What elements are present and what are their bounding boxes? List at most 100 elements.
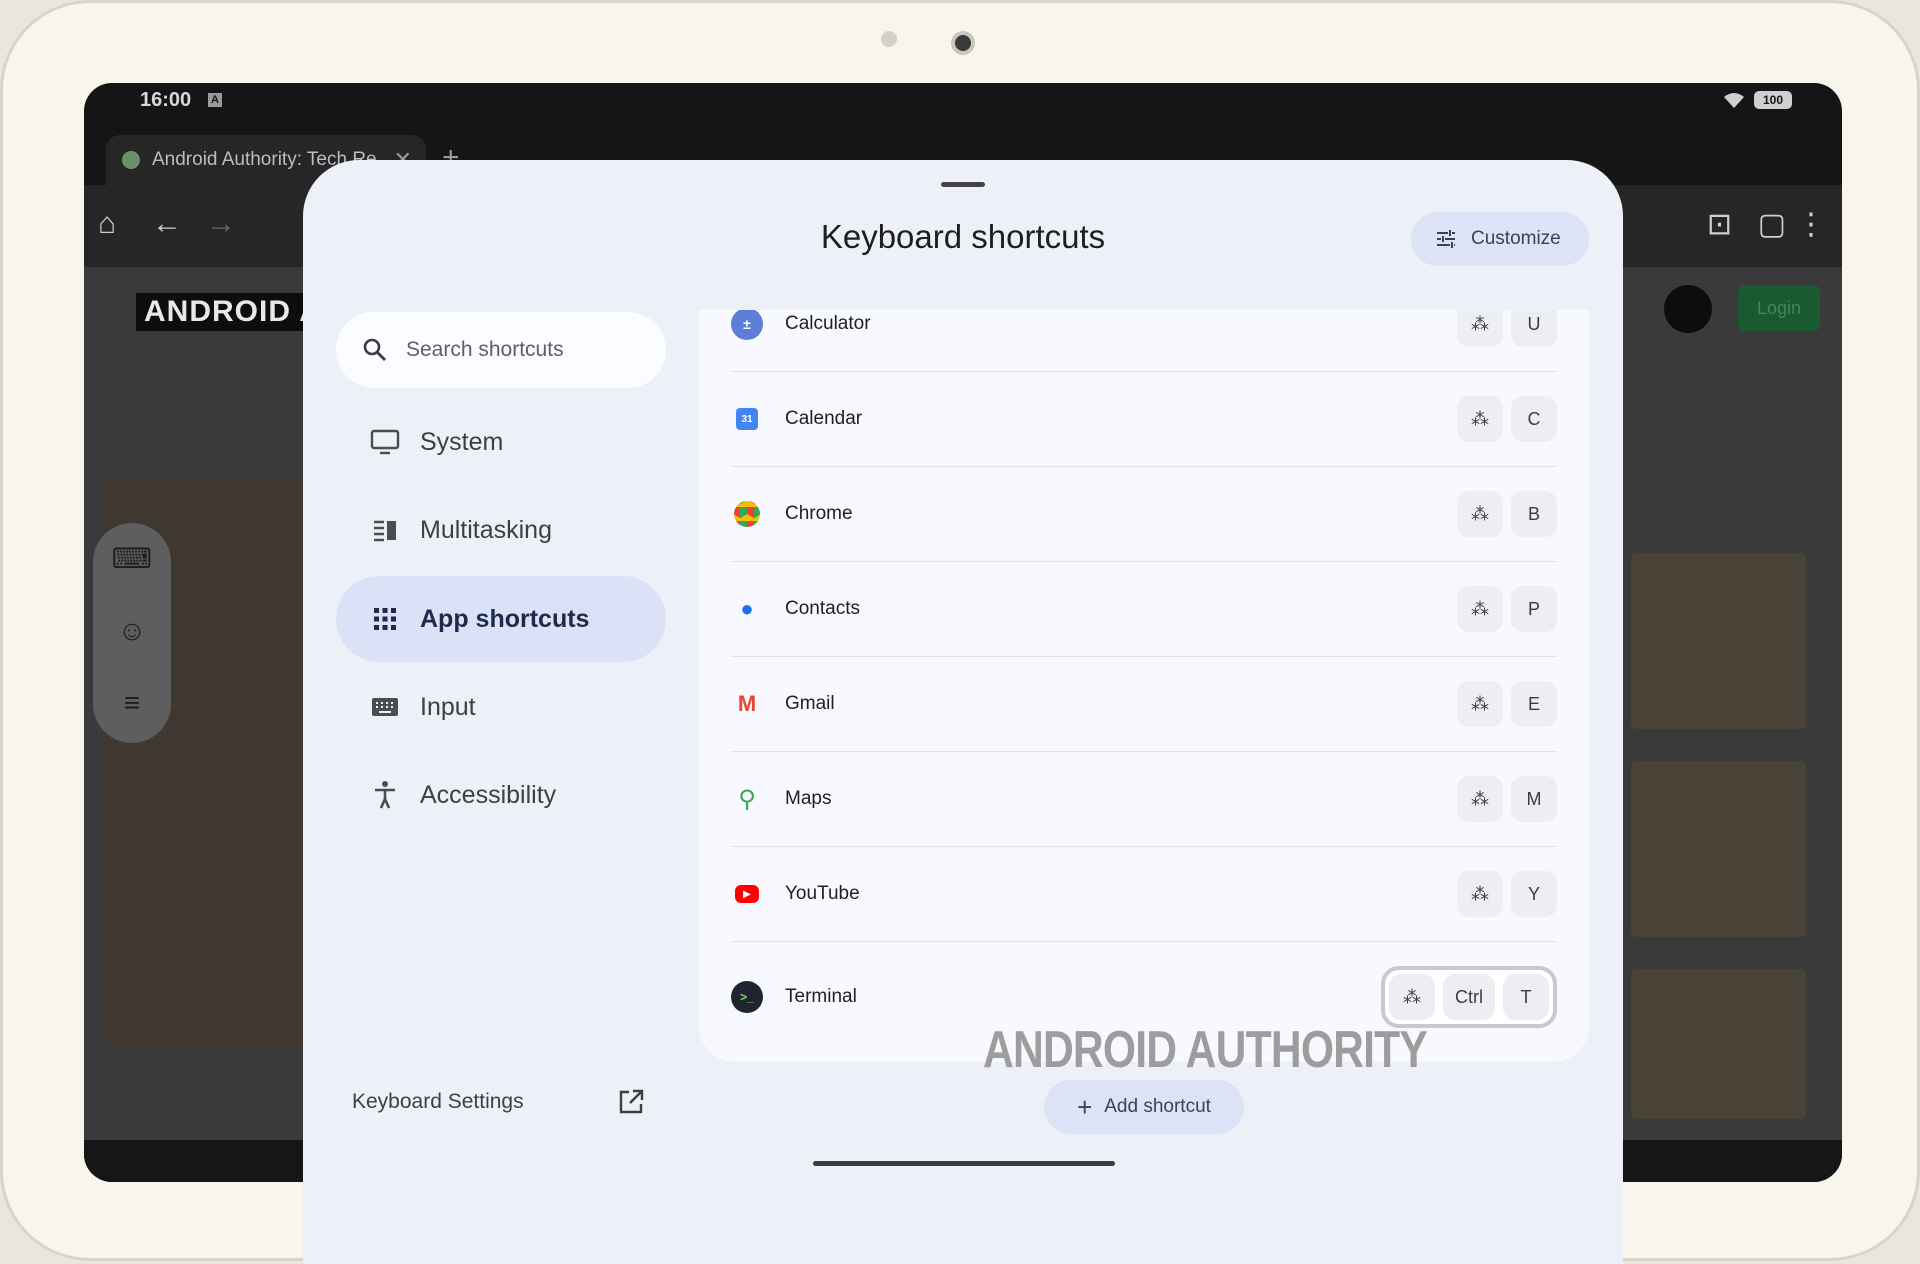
keyboard-shortcuts-sheet: Keyboard shortcuts Customize Search shor… [303,160,1623,1264]
wifi-icon [1724,93,1744,108]
keyboard-settings-link[interactable]: Keyboard Settings [352,1090,524,1114]
shortcut-row-gmail[interactable]: M Gmail ⁂ E [731,657,1557,752]
emoji-icon[interactable]: ☺ [93,595,171,667]
article-thumbnail [1631,761,1806,937]
calculator-app-icon: ± [731,310,763,340]
terminal-app-icon: >_ [731,981,763,1013]
gmail-app-icon: M [737,691,757,716]
key-cap: B [1511,491,1557,537]
overflow-menu-icon[interactable]: ⋮ [1796,207,1826,242]
launcher-key-icon: ⁂ [1389,974,1435,1020]
article-thumbnail [1631,553,1806,729]
keyboard-icon[interactable]: ⌨ [93,523,171,595]
launcher-key-icon: ⁂ [1457,491,1503,537]
battery-icon: 100 [1754,91,1792,109]
shortcut-row-contacts[interactable]: ● Contacts ⁂ P [731,562,1557,657]
customize-button[interactable]: Customize [1411,212,1589,266]
key-combo: ⁂ B [1457,491,1557,537]
shortcut-row-calendar[interactable]: 31 Calendar ⁂ C [731,372,1557,467]
key-cap: E [1511,681,1557,727]
launcher-key-icon: ⁂ [1457,310,1503,347]
translate-icon[interactable]: ⊡ [1707,207,1732,242]
monitor-icon [370,427,400,457]
gesture-home-bar[interactable] [813,1161,1115,1166]
watermark: ANDROID AUTHORITY [983,1021,1428,1079]
key-cap: P [1511,586,1557,632]
notification-a-icon: A [208,93,222,107]
nav-item-accessibility[interactable]: Accessibility [336,752,666,838]
contacts-app-icon: ● [740,596,754,621]
apps-grid-icon [370,604,400,634]
launcher-key-icon: ⁂ [1457,586,1503,632]
nav-label: App shortcuts [420,604,590,633]
add-shortcut-button[interactable]: + Add shortcut [1044,1080,1244,1134]
tune-icon [1437,230,1455,248]
article-thumbnail [1631,969,1806,1119]
app-name: Gmail [785,693,835,714]
front-camera [951,31,975,55]
app-name: YouTube [785,883,860,904]
key-cap: M [1511,776,1557,822]
notification-bell-icon[interactable] [1664,285,1712,333]
tablet-frame: 16:00 A 100 Android Authority: Tech Re ✕… [0,0,1920,1264]
key-combo: ⁂ Y [1457,871,1557,917]
shortcut-row-maps[interactable]: ⚲ Maps ⁂ M [731,752,1557,847]
back-icon[interactable]: ← [152,207,182,241]
key-cap: Y [1511,871,1557,917]
nav-label: Multitasking [420,515,552,544]
key-combo-selected[interactable]: ⁂ Ctrl T [1381,966,1557,1028]
customize-label: Customize [1471,228,1561,249]
launcher-key-icon: ⁂ [1457,776,1503,822]
key-combo: ⁂ E [1457,681,1557,727]
accessibility-icon [370,780,400,810]
app-name: Contacts [785,598,860,619]
shortcut-row-calculator[interactable]: ± Calculator ⁂ U [731,310,1557,372]
floating-input-toolbar: ⌨ ☺ ≡ [93,523,171,743]
search-input[interactable]: Search shortcuts [336,312,666,388]
multitasking-icon [370,515,400,545]
launcher-key-icon: ⁂ [1457,871,1503,917]
status-time: 16:00 [140,89,192,111]
app-name: Calendar [785,408,863,429]
forward-icon[interactable]: → [206,207,236,241]
key-cap: T [1503,974,1549,1020]
key-combo: ⁂ P [1457,586,1557,632]
light-sensor [881,31,897,47]
menu-icon[interactable]: ≡ [93,667,171,739]
nav-item-input[interactable]: Input [336,664,666,750]
app-name: Chrome [785,503,853,524]
nav-label: Accessibility [420,780,557,809]
nav-item-system[interactable]: System [336,399,666,485]
launcher-key-icon: ⁂ [1457,681,1503,727]
nav-item-multitasking[interactable]: Multitasking [336,487,666,573]
key-combo: ⁂ C [1457,396,1557,442]
key-combo: ⁂ U [1457,310,1557,347]
nav-item-app-shortcuts[interactable]: App shortcuts [336,576,666,662]
chrome-app-icon [734,501,760,527]
app-name: Maps [785,788,832,809]
add-shortcut-label: Add shortcut [1104,1096,1211,1117]
search-icon [363,338,386,361]
nav-label: Input [420,692,476,721]
keyboard-icon [370,692,400,722]
calendar-app-icon: 31 [736,408,758,430]
tab-count-icon[interactable]: ▢ [1758,207,1786,242]
key-combo: ⁂ M [1457,776,1557,822]
open-external-icon[interactable] [617,1088,645,1116]
app-name: Terminal [785,986,857,1007]
shortcut-row-chrome[interactable]: Chrome ⁂ B [731,467,1557,562]
drag-handle[interactable] [941,182,985,187]
launcher-key-icon: ⁂ [1457,396,1503,442]
youtube-app-icon: ▶ [735,885,759,903]
maps-app-icon: ⚲ [738,785,756,813]
nav-label: System [420,427,504,456]
login-button[interactable]: Login [1738,285,1820,331]
key-cap: U [1511,310,1557,347]
shortcut-row-youtube[interactable]: ▶ YouTube ⁂ Y [731,847,1557,942]
key-cap: C [1511,396,1557,442]
plus-icon: + [1077,1091,1093,1122]
shortcut-list: ± Calculator ⁂ U 31 Calendar ⁂ C Chrome [699,310,1589,1062]
home-icon[interactable]: ⌂ [98,207,116,241]
key-cap: Ctrl [1443,974,1495,1020]
site-favicon-icon [122,151,140,169]
